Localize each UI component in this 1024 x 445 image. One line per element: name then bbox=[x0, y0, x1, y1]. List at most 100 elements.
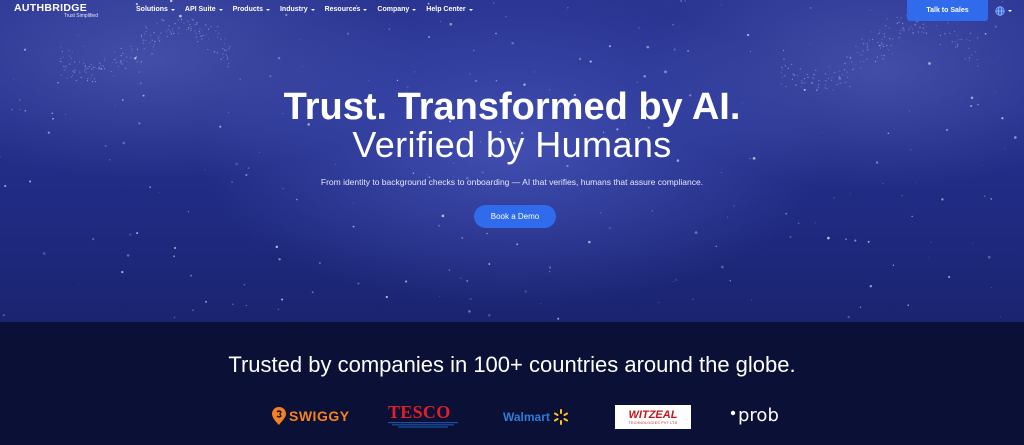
wave-particle bbox=[866, 58, 868, 61]
wave-particle bbox=[839, 70, 841, 72]
wave-particle bbox=[890, 44, 892, 47]
star-particle bbox=[987, 255, 991, 259]
chevron-down-icon bbox=[310, 8, 315, 11]
wave-particle bbox=[66, 65, 68, 67]
wave-particle bbox=[115, 62, 117, 64]
wave-particle bbox=[205, 34, 207, 36]
star-particle bbox=[785, 212, 788, 215]
wave-particle bbox=[879, 47, 881, 49]
star-particle bbox=[13, 78, 15, 80]
menu-item-resources[interactable]: Resources bbox=[325, 6, 368, 13]
wave-particle bbox=[954, 41, 957, 43]
star-particle bbox=[136, 232, 139, 235]
wave-particle bbox=[884, 36, 886, 38]
wave-particle bbox=[855, 45, 857, 47]
wave-particle bbox=[781, 66, 783, 68]
wave-particle bbox=[136, 48, 139, 51]
wave-particle bbox=[120, 60, 122, 62]
wave-particle bbox=[804, 82, 806, 84]
wave-particle bbox=[144, 39, 146, 42]
wave-particle bbox=[130, 45, 132, 48]
globe-icon[interactable] bbox=[995, 6, 1005, 16]
wave-particle bbox=[813, 74, 815, 76]
star-particle bbox=[746, 33, 750, 37]
star-particle bbox=[673, 48, 676, 51]
trusted-by-section: Trusted by companies in 100+ countries a… bbox=[0, 322, 1024, 445]
wave-particle bbox=[60, 61, 62, 63]
wave-particle bbox=[190, 25, 192, 28]
wave-particle bbox=[847, 76, 849, 78]
star-particle bbox=[751, 299, 752, 301]
wave-particle bbox=[69, 55, 71, 57]
authbridge-logo[interactable]: AUTHBRIDGE Trust Simplified bbox=[14, 3, 104, 19]
wave-particle bbox=[218, 32, 220, 35]
menu-item-solutions[interactable]: Solutions bbox=[136, 6, 175, 13]
wave-particle bbox=[60, 74, 62, 76]
wave-particle bbox=[911, 28, 913, 30]
wave-particle bbox=[100, 64, 102, 66]
star-particle bbox=[269, 75, 272, 78]
star-particle bbox=[357, 282, 360, 285]
star-particle bbox=[449, 22, 453, 26]
star-particle bbox=[71, 51, 73, 53]
wave-particle bbox=[217, 36, 219, 38]
star-particle bbox=[461, 237, 463, 239]
menu-item-api-suite[interactable]: API Suite bbox=[185, 6, 223, 13]
wave-particle bbox=[196, 22, 198, 24]
wave-particle bbox=[73, 69, 75, 72]
star-particle bbox=[533, 71, 535, 73]
wave-particle bbox=[93, 78, 96, 80]
menu-item-products[interactable]: Products bbox=[233, 6, 270, 13]
wave-particle bbox=[860, 67, 862, 69]
wave-particle bbox=[196, 41, 199, 43]
wave-particle bbox=[968, 59, 971, 61]
star-particle bbox=[352, 202, 354, 204]
wave-particle bbox=[902, 22, 904, 24]
wave-particle bbox=[84, 64, 86, 66]
wave-particle bbox=[968, 57, 970, 59]
talk-to-sales-button[interactable]: Talk to Sales bbox=[907, 0, 988, 21]
star-particle bbox=[295, 198, 298, 201]
wave-particle bbox=[228, 63, 230, 65]
star-particle bbox=[990, 287, 992, 289]
star-particle bbox=[994, 25, 998, 28]
wave-particle bbox=[217, 26, 219, 28]
star-particle bbox=[396, 79, 399, 82]
witzeal-logo: WITZEAL TECHNOLOGIES PVT LTD bbox=[615, 405, 691, 429]
star-particle bbox=[733, 205, 735, 207]
wave-particle bbox=[841, 74, 844, 76]
wave-particle bbox=[784, 75, 786, 77]
star-particle bbox=[548, 266, 552, 269]
star-particle bbox=[608, 227, 611, 229]
logo-wordmark: AUTHBRIDGE bbox=[14, 2, 87, 14]
wave-particle bbox=[145, 31, 147, 33]
menu-item-label: Solutions bbox=[136, 6, 168, 13]
wave-particle bbox=[881, 54, 883, 57]
star-particle bbox=[245, 304, 247, 307]
wave-particle bbox=[939, 34, 942, 37]
wave-particle bbox=[154, 41, 156, 43]
wave-particle bbox=[183, 22, 185, 24]
menu-item-help-center[interactable]: Help Center bbox=[426, 6, 473, 13]
wave-particle bbox=[881, 42, 883, 44]
menu-item-label: Products bbox=[232, 6, 263, 13]
wave-particle bbox=[947, 22, 949, 24]
wave-particle bbox=[831, 79, 833, 81]
star-particle bbox=[192, 309, 194, 311]
menu-item-industry[interactable]: Industry bbox=[280, 6, 315, 13]
wave-particle bbox=[828, 66, 830, 68]
book-demo-button[interactable]: Book a Demo bbox=[474, 205, 556, 228]
wave-particle bbox=[227, 66, 229, 68]
wave-particle bbox=[90, 77, 92, 79]
wave-particle bbox=[881, 39, 883, 41]
star-particle bbox=[487, 313, 491, 317]
wave-particle bbox=[839, 82, 841, 84]
menu-item-company[interactable]: Company bbox=[377, 6, 417, 13]
star-particle bbox=[892, 264, 895, 266]
star-particle bbox=[472, 49, 475, 52]
wave-particle bbox=[898, 37, 900, 39]
wave-particle bbox=[866, 43, 868, 45]
star-particle bbox=[405, 280, 408, 283]
wave-particle bbox=[100, 68, 102, 70]
wave-particle bbox=[860, 60, 862, 63]
